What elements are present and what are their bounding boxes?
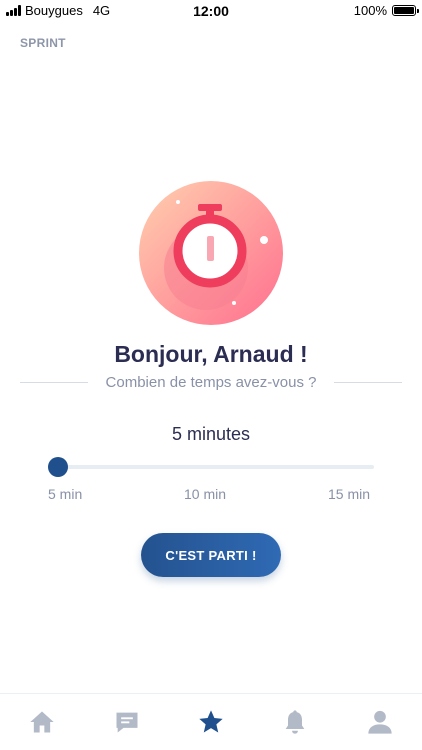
profile-icon: [368, 710, 392, 734]
decor-dot-large: [260, 236, 268, 244]
stopwatch-icon: [139, 181, 283, 325]
question-row: Combien de temps avez-vous ?: [20, 374, 402, 391]
stopwatch-hand: [207, 236, 214, 261]
stopwatch-crown: [198, 204, 222, 211]
slider-track[interactable]: [48, 465, 374, 469]
home-icon: [30, 711, 54, 733]
divider-right: [334, 382, 402, 383]
star-icon: [199, 710, 223, 733]
slider-thumb[interactable]: [48, 457, 68, 477]
tick-label-min: 5 min: [48, 486, 83, 502]
bell-icon: [286, 710, 305, 734]
divider-left: [20, 382, 88, 383]
status-bar: Bouygues 4G 12:00 100%: [0, 0, 422, 22]
tick-label-max: 15 min: [328, 486, 371, 502]
nav-item-messages[interactable]: [84, 694, 168, 750]
nav-item-profile[interactable]: [338, 694, 422, 750]
duration-slider[interactable]: [48, 457, 374, 477]
battery-fill: [394, 7, 414, 14]
bottom-nav: [0, 693, 422, 750]
chat-icon: [116, 712, 138, 733]
battery-icon: [392, 5, 419, 16]
greeting-title: Bonjour, Arnaud !: [114, 341, 308, 367]
status-right: 100%: [353, 3, 419, 18]
tick-label-mid: 10 min: [184, 486, 227, 502]
decor-dot-small-top: [176, 200, 180, 204]
nav-item-sprint[interactable]: [169, 694, 253, 750]
section-label: SPRINT: [20, 36, 66, 50]
battery-tip: [417, 9, 419, 13]
nav-item-home[interactable]: [0, 694, 84, 750]
question-text: Combien de temps avez-vous ?: [105, 374, 317, 391]
duration-value: 5 minutes: [171, 424, 251, 444]
start-button[interactable]: C'EST PARTI !: [141, 533, 281, 577]
nav-item-notifications[interactable]: [253, 694, 337, 750]
battery-percent: 100%: [353, 3, 387, 18]
decor-dot-small-bottom: [232, 301, 236, 305]
